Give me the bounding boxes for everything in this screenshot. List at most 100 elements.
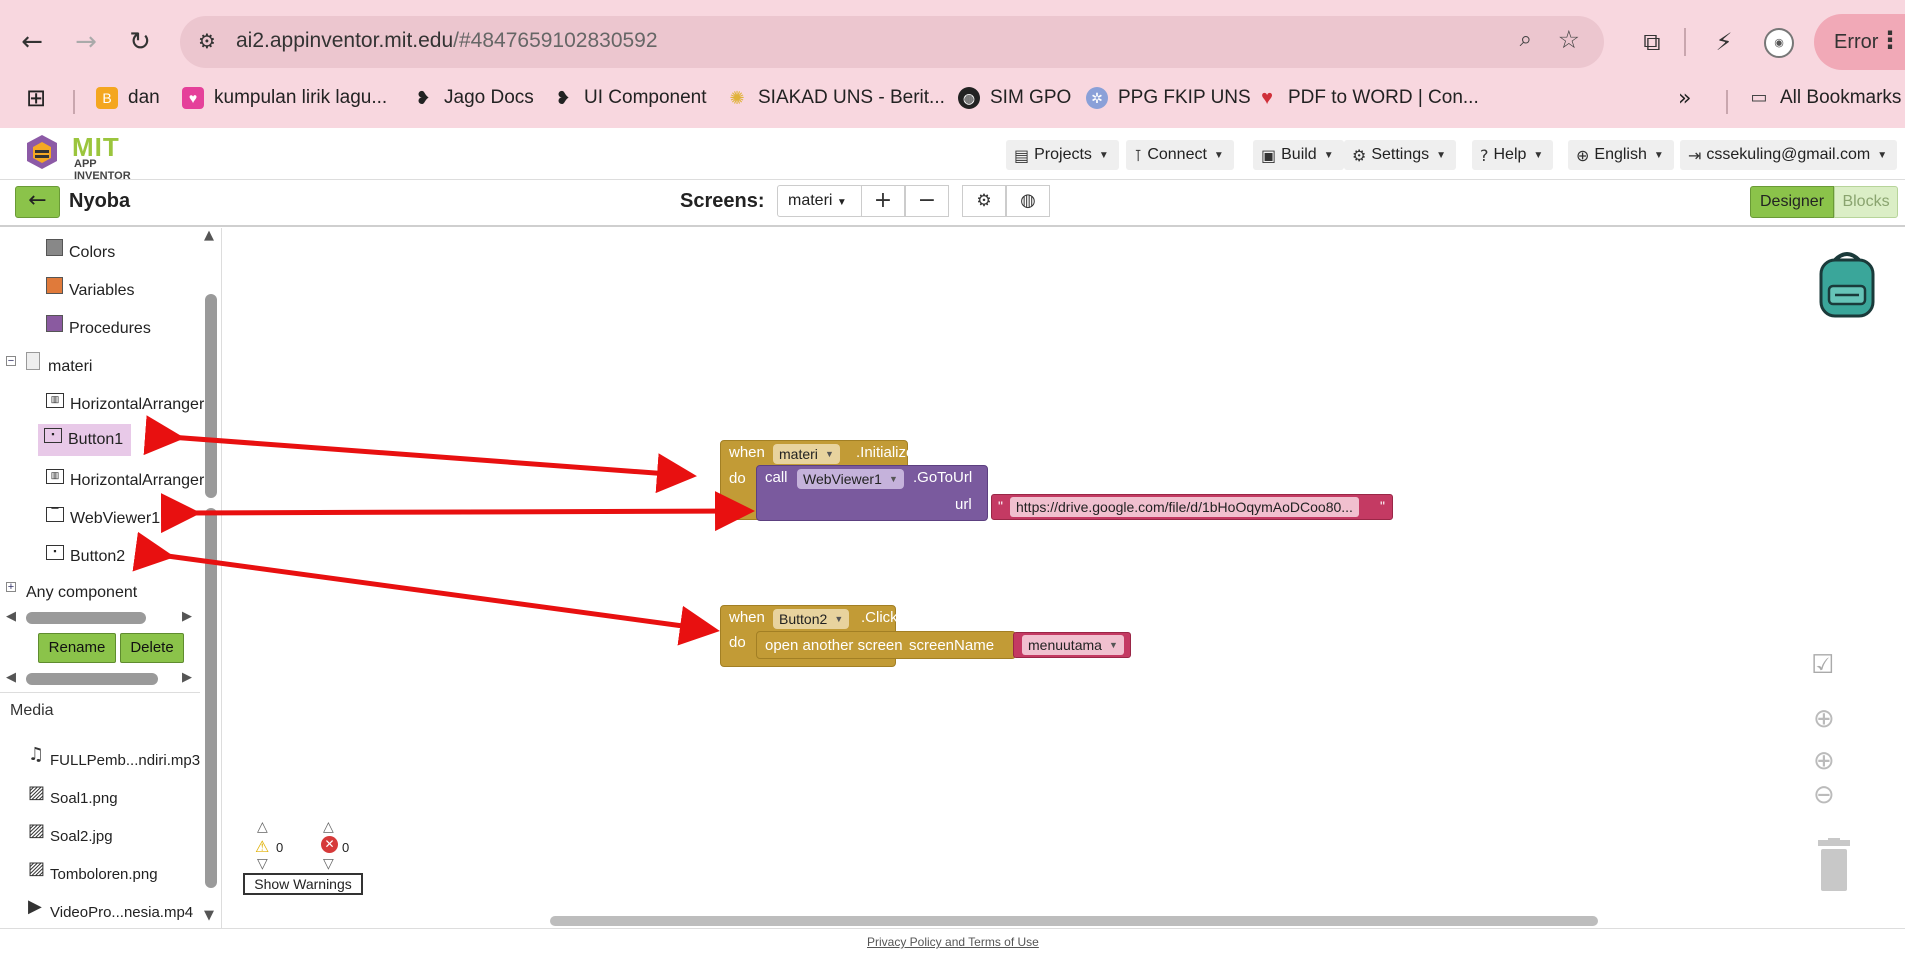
workspace-horizontal-scrollbar[interactable] bbox=[550, 916, 1598, 926]
component-dropdown[interactable]: materi ▼ bbox=[773, 444, 840, 464]
zoom-out-icon[interactable]: ⊖ bbox=[1813, 780, 1835, 810]
bookmark-star-icon[interactable]: ☆ bbox=[1558, 25, 1580, 54]
folder-icon: ▭ bbox=[1750, 87, 1768, 108]
text-block-url[interactable]: " https://drive.google.com/file/d/1bHoOq… bbox=[991, 494, 1393, 520]
bookmark-item[interactable]: ♥ kumpulan lirik lagu... bbox=[182, 84, 387, 112]
error-down-icon[interactable]: ▽ bbox=[323, 856, 334, 872]
reload-icon[interactable]: ↻ bbox=[122, 24, 158, 60]
blocks-workspace[interactable]: when materi ▼ .Initialize do call WebView… bbox=[223, 228, 1905, 928]
globe-icon: ◍ bbox=[958, 87, 980, 109]
scroll-right-icon[interactable]: ▶ bbox=[182, 670, 192, 685]
media-label: Soal1.png bbox=[50, 789, 118, 807]
tree-item-webviewer1[interactable]: ▔ WebViewer1 bbox=[46, 506, 160, 532]
bookmark-item[interactable]: Bdan bbox=[96, 84, 160, 112]
component-dropdown[interactable]: Button2 ▼ bbox=[773, 609, 850, 629]
extensions-icon[interactable]: ⧉ bbox=[1634, 24, 1670, 60]
build-menu[interactable]: ▣ Build ▼ bbox=[1253, 140, 1344, 170]
center-target-icon[interactable]: ⊕ bbox=[1813, 704, 1835, 734]
bookmark-item[interactable]: ✲ PPG FKIP UNS bbox=[1086, 84, 1251, 112]
show-warnings-button[interactable]: Show Warnings bbox=[243, 873, 363, 895]
when-label: when bbox=[729, 444, 765, 461]
apps-grid-icon[interactable]: ⊞ bbox=[26, 84, 46, 112]
address-bar[interactable]: ⚙ ai2.appinventor.mit.edu/#4847659102830… bbox=[180, 16, 1604, 68]
expand-icon[interactable]: + bbox=[6, 582, 16, 593]
warning-up-icon[interactable]: △ bbox=[257, 819, 268, 835]
more-bookmarks-icon[interactable]: » bbox=[1678, 84, 1691, 112]
delete-button[interactable]: Delete bbox=[120, 633, 184, 663]
scroll-up-icon[interactable]: ▲ bbox=[204, 228, 214, 243]
horizontal-scrollbar[interactable] bbox=[26, 612, 146, 624]
site-settings-icon[interactable]: ⚙ bbox=[198, 29, 224, 55]
text-value[interactable]: https://drive.google.com/file/d/1bHoOqym… bbox=[1010, 497, 1359, 517]
warning-down-icon[interactable]: ▽ bbox=[257, 856, 268, 872]
horizontal-scrollbar[interactable] bbox=[26, 673, 158, 685]
rename-button[interactable]: Rename bbox=[38, 633, 116, 663]
project-properties-button[interactable]: ⚙ bbox=[962, 185, 1006, 217]
scroll-left-icon[interactable]: ◀ bbox=[6, 609, 16, 624]
error-up-icon[interactable]: △ bbox=[323, 819, 334, 835]
bookmark-item[interactable]: ♥ PDF to WORD | Con... bbox=[1256, 84, 1479, 112]
trash-icon[interactable] bbox=[1816, 838, 1852, 892]
vertical-scrollbar[interactable] bbox=[205, 508, 217, 888]
scroll-right-icon[interactable]: ▶ bbox=[182, 609, 192, 624]
media-item[interactable]: ♫ FULLPemb...ndiri.mp3 bbox=[28, 746, 200, 772]
zoom-in-icon[interactable]: ⊕ bbox=[1813, 746, 1835, 776]
vertical-scrollbar[interactable] bbox=[205, 294, 217, 498]
blocks-button[interactable]: Blocks bbox=[1834, 186, 1898, 218]
bookmark-item[interactable]: ✺ SIAKAD UNS - Berit... bbox=[726, 84, 944, 112]
designer-button[interactable]: Designer bbox=[1750, 186, 1834, 218]
bookmark-item[interactable]: ❥ Jago Docs bbox=[412, 84, 533, 112]
open-another-screen-block[interactable]: open another screen screenName bbox=[756, 631, 1016, 659]
back-to-projects-button[interactable]: ← bbox=[15, 186, 60, 218]
performance-icon[interactable]: ⚡ bbox=[1706, 24, 1742, 60]
forward-arrow-icon[interactable]: → bbox=[68, 24, 104, 60]
checklist-icon[interactable]: ☑ bbox=[1811, 650, 1834, 680]
component-dropdown[interactable]: WebViewer1 ▼ bbox=[797, 469, 904, 489]
bookmark-item[interactable]: ◍ SIM GPO bbox=[958, 84, 1071, 112]
connect-menu[interactable]: ⊺ Connect ▼ bbox=[1126, 140, 1234, 170]
all-bookmarks[interactable]: ▭ All Bookmarks bbox=[1748, 84, 1901, 112]
tree-item-any-component[interactable]: + Any component bbox=[6, 580, 137, 606]
scroll-left-icon[interactable]: ◀ bbox=[6, 670, 16, 685]
help-menu[interactable]: ? Help ▼ bbox=[1472, 140, 1554, 170]
tree-item-button1[interactable]: ▪ Button1 bbox=[38, 424, 132, 456]
back-arrow-icon[interactable]: ← bbox=[14, 24, 50, 60]
media-item[interactable]: ▨ Soal2.jpg bbox=[28, 822, 113, 848]
method-block-gotourl[interactable]: call WebViewer1 ▼ .GoToUrl url bbox=[756, 465, 988, 521]
tree-item-colors[interactable]: Colors bbox=[46, 238, 115, 266]
add-screen-button[interactable]: + bbox=[861, 185, 905, 217]
globe-button[interactable]: ◍ bbox=[1006, 185, 1050, 217]
tree-item-horizontalarrangement2[interactable]: ▥ HorizontalArranger bbox=[46, 468, 204, 494]
caret-down-icon: ▼ bbox=[1533, 149, 1544, 161]
media-item[interactable]: ▨ Tomboloren.png bbox=[28, 860, 158, 886]
media-item[interactable]: ▨ Soal1.png bbox=[28, 784, 118, 810]
remove-screen-button[interactable]: − bbox=[905, 185, 949, 217]
tree-item-variables[interactable]: Variables bbox=[46, 276, 135, 304]
collapse-icon[interactable]: − bbox=[6, 356, 16, 367]
text-block-screen-name[interactable]: menuutama ▼ bbox=[1013, 632, 1131, 658]
bookmark-item[interactable]: ❥ UI Component bbox=[552, 84, 706, 112]
screen-select[interactable]: materi ▼ bbox=[777, 185, 863, 217]
tree-item-screen[interactable]: − materi bbox=[6, 352, 92, 380]
error-button[interactable]: Error ⋮ bbox=[1814, 14, 1905, 70]
tree-item-horizontalarrangement1[interactable]: ▥ HorizontalArranger bbox=[46, 392, 204, 418]
backpack-icon[interactable] bbox=[1813, 248, 1881, 320]
media-item[interactable]: ▶ VideoPro...nesia.mp4 bbox=[28, 898, 193, 924]
url-text[interactable]: ai2.appinventor.mit.edu/#484765910283059… bbox=[236, 29, 658, 53]
app-inventor-logo[interactable]: MIT APP INVENTOR bbox=[24, 132, 154, 182]
projects-menu[interactable]: ▤ Projects ▼ bbox=[1006, 140, 1119, 170]
text-value[interactable]: menuutama ▼ bbox=[1022, 635, 1124, 655]
zoom-icon[interactable]: ⌕ bbox=[1520, 27, 1532, 52]
privacy-link[interactable]: Privacy Policy and Terms of Use bbox=[867, 935, 1039, 949]
language-menu[interactable]: ⊕ English ▼ bbox=[1568, 140, 1674, 170]
tree-item-procedures[interactable]: Procedures bbox=[46, 314, 151, 342]
connect-label: Connect bbox=[1147, 146, 1207, 163]
profile-avatar[interactable]: ◉ bbox=[1764, 28, 1794, 58]
help-label: Help bbox=[1493, 146, 1527, 163]
tree-item-button2[interactable]: ▪ Button2 bbox=[46, 544, 125, 570]
more-menu-icon[interactable]: ⋮ bbox=[1878, 26, 1902, 54]
toolbar-separator bbox=[1684, 28, 1686, 56]
account-menu[interactable]: ⇥ cssekuling@gmail.com ▼ bbox=[1680, 140, 1898, 170]
settings-menu[interactable]: ⚙ Settings ▼ bbox=[1344, 140, 1457, 170]
scroll-down-icon[interactable]: ▼ bbox=[204, 908, 214, 923]
